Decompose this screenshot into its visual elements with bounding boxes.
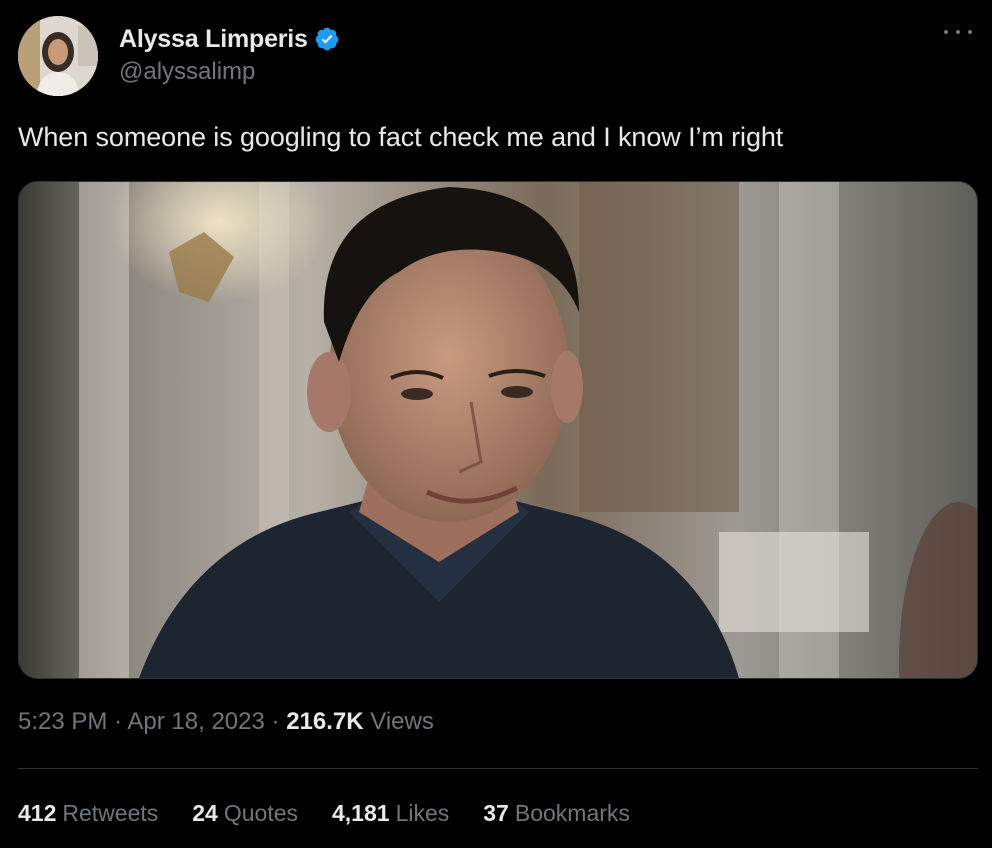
author-info: Alyssa Limperis @alyssalimp — [119, 22, 340, 86]
engagement-stats: 412 Retweets 24 Quotes 4,181 Likes 37 Bookma… — [18, 800, 664, 827]
avatar-photo-icon — [18, 16, 98, 96]
likes-count: 4,181 — [332, 800, 390, 826]
bookmarks-label: Bookmarks — [514, 800, 630, 826]
bookmarks-count: 37 — [483, 800, 509, 826]
quotes-label: Quotes — [223, 800, 298, 826]
views-count[interactable]: 216.7K — [286, 708, 363, 735]
tweet-meta: 5:23 PM · Apr 18, 2023 · 216.7K Views — [18, 708, 434, 736]
quotes-stat[interactable]: 24 Quotes — [192, 800, 298, 827]
divider — [18, 768, 978, 769]
more-dot — [968, 30, 972, 34]
tweet-time[interactable]: 5:23 PM — [18, 708, 107, 735]
retweets-count: 412 — [18, 800, 57, 826]
author-avatar[interactable] — [18, 16, 98, 96]
tweet-text: When someone is googling to fact check m… — [18, 122, 784, 152]
tweet-header: Alyssa Limperis @alyssalimp — [18, 16, 974, 100]
tweet-media-image[interactable] — [18, 181, 978, 679]
quotes-count: 24 — [192, 800, 218, 826]
meta-separator: · — [114, 708, 128, 735]
more-dot — [956, 30, 960, 34]
more-options-icon[interactable] — [944, 22, 972, 42]
tweet-date[interactable]: Apr 18, 2023 — [127, 708, 264, 735]
author-display-name[interactable]: Alyssa Limperis — [119, 25, 308, 54]
verified-badge-icon[interactable] — [314, 26, 340, 52]
retweets-stat[interactable]: 412 Retweets — [18, 800, 158, 827]
more-dot — [944, 30, 948, 34]
bookmarks-stat[interactable]: 37 Bookmarks — [483, 800, 630, 827]
views-label: Views — [370, 708, 434, 735]
meta-separator: · — [271, 708, 287, 735]
author-handle[interactable]: @alyssalimp — [119, 58, 340, 86]
retweets-label: Retweets — [62, 800, 159, 826]
media-photo — [19, 182, 977, 678]
likes-stat[interactable]: 4,181 Likes — [332, 800, 449, 827]
likes-label: Likes — [395, 800, 450, 826]
author-name-row: Alyssa Limperis — [119, 22, 340, 56]
